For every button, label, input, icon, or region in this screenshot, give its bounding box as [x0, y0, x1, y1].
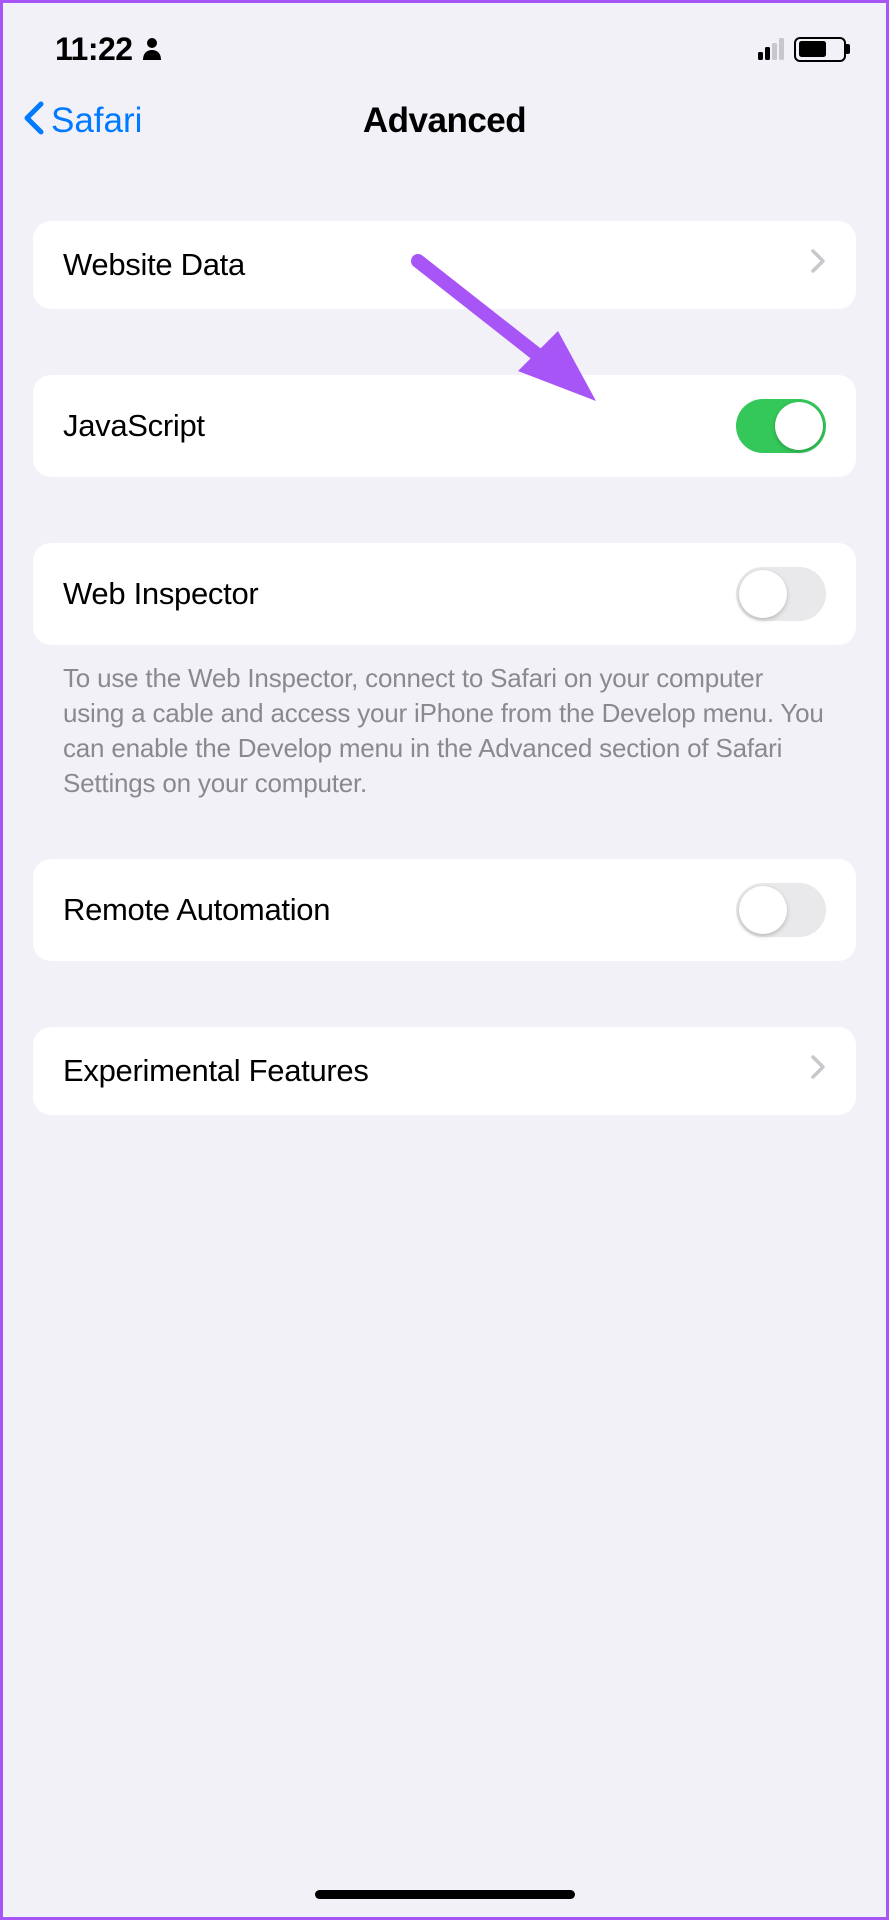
row-label: Experimental Features: [63, 1053, 369, 1089]
back-button[interactable]: Safari: [23, 100, 142, 143]
settings-content: Website Data JavaScript Web Inspector To…: [3, 171, 886, 1115]
web-inspector-toggle[interactable]: [736, 567, 826, 621]
chevron-right-icon: [810, 1054, 826, 1088]
group-remote-automation: Remote Automation: [33, 859, 856, 961]
row-label: Website Data: [63, 247, 245, 283]
row-label: Web Inspector: [63, 576, 258, 612]
row-label: Remote Automation: [63, 892, 330, 928]
status-bar: 11:22: [3, 3, 886, 83]
row-remote-automation: Remote Automation: [33, 859, 856, 961]
group-website-data: Website Data: [33, 221, 856, 309]
chevron-left-icon: [23, 100, 45, 143]
chevron-right-icon: [810, 248, 826, 282]
back-label: Safari: [51, 101, 142, 141]
battery-icon: [794, 37, 846, 62]
row-javascript: JavaScript: [33, 375, 856, 477]
javascript-toggle[interactable]: [736, 399, 826, 453]
cellular-signal-icon: [758, 38, 784, 60]
row-label: JavaScript: [63, 408, 205, 444]
group-experimental-features: Experimental Features: [33, 1027, 856, 1115]
row-website-data[interactable]: Website Data: [33, 221, 856, 309]
group-javascript: JavaScript: [33, 375, 856, 477]
row-experimental-features[interactable]: Experimental Features: [33, 1027, 856, 1115]
status-time: 11:22: [55, 31, 133, 68]
remote-automation-toggle[interactable]: [736, 883, 826, 937]
group-web-inspector: Web Inspector To use the Web Inspector, …: [33, 543, 856, 801]
web-inspector-footer: To use the Web Inspector, connect to Saf…: [33, 645, 856, 801]
nav-header: Safari Advanced: [3, 83, 886, 171]
page-title: Advanced: [363, 101, 526, 141]
row-web-inspector: Web Inspector: [33, 543, 856, 645]
status-right: [758, 37, 846, 62]
profile-icon: [141, 31, 163, 68]
home-indicator[interactable]: [315, 1890, 575, 1899]
status-left: 11:22: [55, 31, 163, 68]
